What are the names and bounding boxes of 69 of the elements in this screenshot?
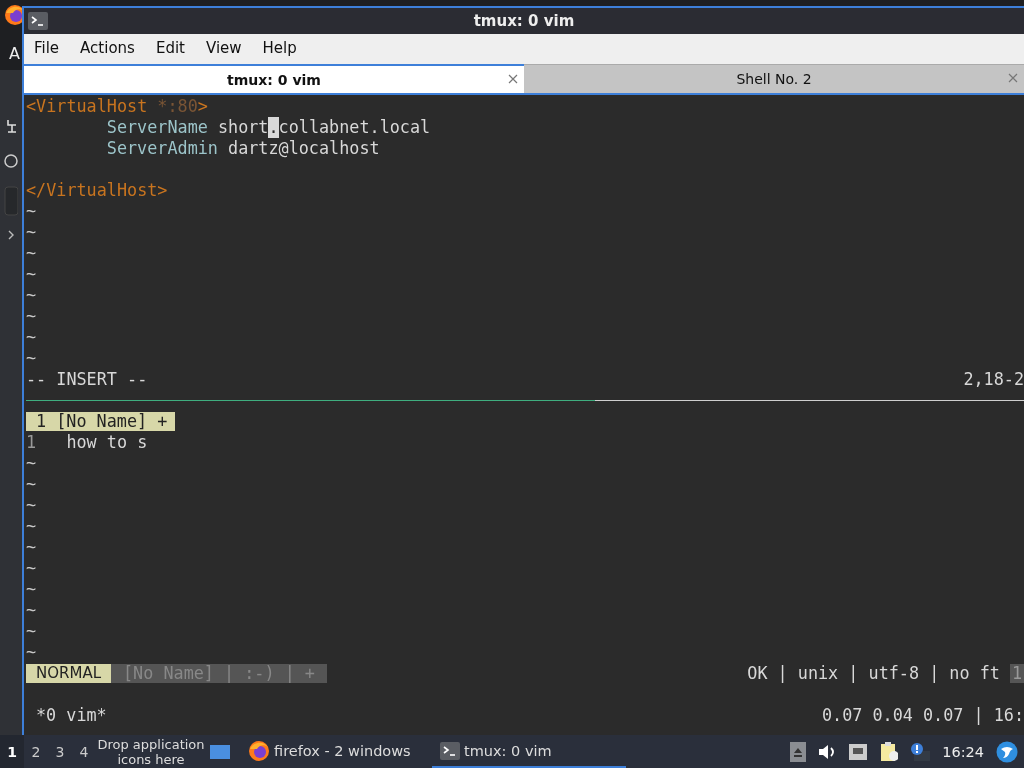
code-text: dartz@localhost bbox=[228, 138, 380, 159]
empty-line-marker: ~ bbox=[26, 558, 37, 579]
eject-icon[interactable] bbox=[790, 741, 807, 762]
menu-item[interactable]: File bbox=[26, 39, 68, 57]
buffer-tab[interactable]: 1 [No Name] + bbox=[26, 412, 176, 431]
workspace-button[interactable]: 3 bbox=[48, 735, 72, 768]
code-text: collabnet.local bbox=[278, 117, 431, 138]
mode-indicator: NORMAL bbox=[26, 664, 111, 683]
empty-line-marker: ~ bbox=[26, 495, 37, 516]
notification-icon[interactable] bbox=[910, 741, 931, 762]
empty-line-marker: ~ bbox=[26, 642, 37, 663]
terminal-icon bbox=[440, 741, 460, 760]
mode-indicator: -- INSERT -- bbox=[26, 369, 148, 390]
empty-line-marker: ~ bbox=[26, 264, 37, 285]
empty-line-marker: ~ bbox=[26, 243, 37, 264]
workspace-button[interactable]: 4 bbox=[72, 735, 96, 768]
browser-icon bbox=[248, 739, 270, 762]
drop-hint: Drop application icons here bbox=[96, 736, 206, 767]
workspace-button[interactable]: 2 bbox=[24, 735, 48, 768]
close-icon[interactable] bbox=[508, 74, 518, 84]
file-details: OK | unix | utf-8 | no ft bbox=[747, 663, 1000, 684]
system-load: 0.07 0.04 0.07 | 16: bbox=[821, 705, 1024, 726]
empty-line-marker: ~ bbox=[26, 285, 37, 306]
tab[interactable]: Shell No. 2 bbox=[524, 64, 1024, 93]
clock: 16:24 bbox=[942, 743, 984, 760]
window-title: tmux: 0 vim bbox=[473, 12, 575, 30]
empty-line-marker: ~ bbox=[26, 516, 37, 537]
terminal-icon bbox=[28, 12, 48, 30]
position-indicator: 1 bbox=[1009, 664, 1024, 683]
chevron-icon bbox=[7, 230, 15, 240]
menu-item[interactable]: Help bbox=[254, 39, 305, 57]
code-text: <VirtualHost bbox=[26, 96, 148, 117]
empty-line-marker: ~ bbox=[26, 201, 37, 222]
tab[interactable]: tmux: 0 vim bbox=[24, 64, 524, 93]
line-number: 1 bbox=[26, 432, 38, 453]
app-label: A bbox=[9, 44, 20, 64]
desktop-icon[interactable] bbox=[210, 743, 230, 760]
task-button[interactable]: tmux: 0 vim bbox=[432, 735, 626, 768]
code-text: how to s bbox=[66, 432, 148, 453]
empty-line-marker: ~ bbox=[26, 222, 37, 243]
clock-icon bbox=[4, 154, 18, 168]
text-cursor: . bbox=[268, 117, 279, 138]
code-text: short bbox=[217, 117, 269, 138]
start-menu-icon[interactable] bbox=[996, 740, 1018, 763]
empty-line-marker: ~ bbox=[26, 537, 37, 558]
workspace-button[interactable]: 1 bbox=[0, 735, 24, 768]
code-text: *:80 bbox=[157, 96, 198, 117]
close-icon[interactable] bbox=[1008, 73, 1018, 83]
empty-line-marker: ~ bbox=[26, 348, 37, 369]
speaker-icon[interactable] bbox=[818, 743, 837, 760]
clipboard-icon[interactable] bbox=[880, 741, 899, 762]
network-icon[interactable] bbox=[848, 742, 869, 761]
menu-item[interactable]: Edit bbox=[147, 39, 193, 57]
empty-line-marker: ~ bbox=[26, 600, 37, 621]
cursor-position: 2,18-2 bbox=[963, 369, 1024, 390]
code-text: ServerAdmin bbox=[106, 138, 218, 159]
empty-line-marker: ~ bbox=[26, 306, 37, 327]
empty-line-marker: ~ bbox=[26, 621, 37, 642]
menu-item[interactable]: View bbox=[197, 39, 250, 57]
code-text: </VirtualHost> bbox=[26, 180, 168, 201]
menu-item[interactable]: Actions bbox=[72, 39, 143, 57]
code-text: > bbox=[197, 96, 208, 117]
code-text: ServerName bbox=[106, 117, 208, 138]
empty-line-marker: ~ bbox=[26, 474, 37, 495]
empty-line-marker: ~ bbox=[26, 327, 37, 348]
empty-line-marker: ~ bbox=[26, 453, 37, 474]
window-list: *0 vim* bbox=[36, 705, 107, 726]
task-button[interactable]: firefox - 2 windows bbox=[240, 735, 432, 768]
empty-line-marker: ~ bbox=[26, 579, 37, 600]
